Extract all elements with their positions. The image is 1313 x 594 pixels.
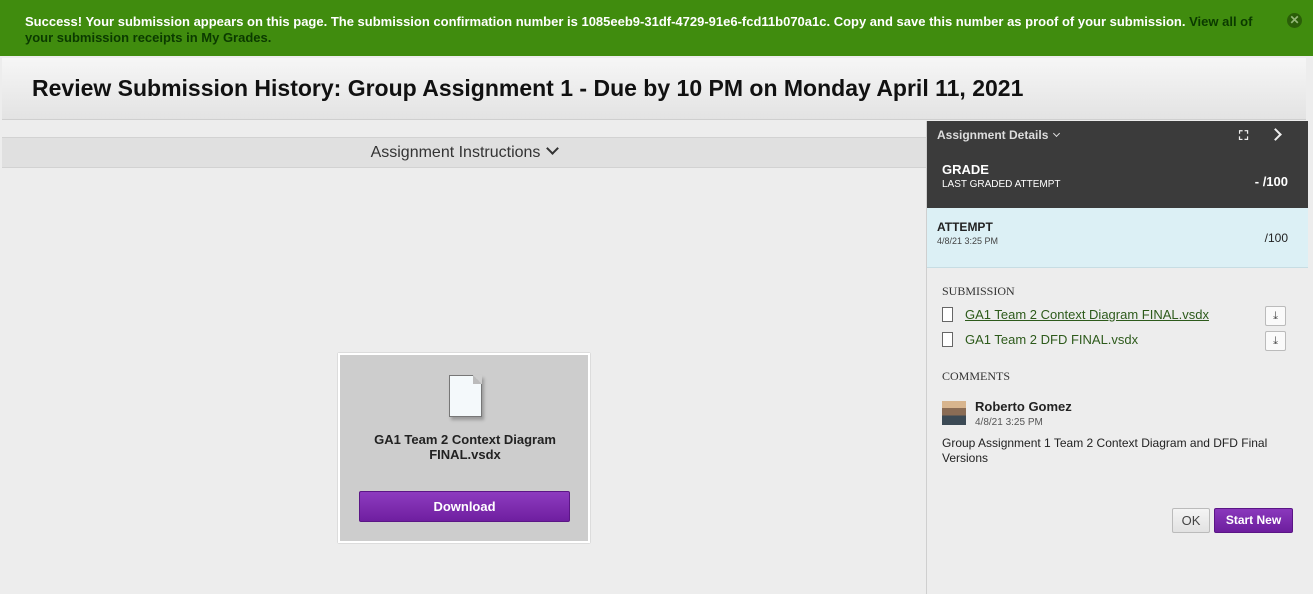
assignment-instructions-toggle[interactable]: Assignment Instructions: [2, 137, 926, 168]
submission-file-row: GA1 Team 2 DFD FINAL.vsdx ⤓: [942, 331, 1287, 351]
document-icon: [449, 375, 482, 417]
submission-file-row: GA1 Team 2 Context Diagram FINAL.vsdx ⤓: [942, 306, 1287, 326]
attempt-date: 4/8/21 3:25 PM: [937, 236, 999, 246]
submission-file-link[interactable]: GA1 Team 2 DFD FINAL.vsdx: [965, 332, 1138, 347]
success-banner: Success! Your submission appears on this…: [0, 0, 1313, 56]
expand-icon[interactable]: ⛶: [1239, 128, 1248, 144]
file-preview-name: GA1 Team 2 Context Diagram FINAL.vsdx: [374, 432, 556, 462]
grade-value: - /100: [1254, 174, 1288, 189]
start-new-button[interactable]: Start New: [1214, 508, 1293, 533]
assignment-instructions-label: Assignment Instructions: [370, 144, 541, 161]
close-icon[interactable]: ✕: [1287, 13, 1302, 28]
submission-preview-panel: Assignment Instructions GA1 Team 2 Conte…: [0, 121, 926, 594]
attempt-label: ATTEMPT: [937, 220, 993, 234]
avatar: [942, 401, 966, 425]
grade-summary: GRADE LAST GRADED ATTEMPT - /100: [927, 150, 1308, 208]
attempt-score: /100: [1264, 231, 1288, 245]
download-button[interactable]: Download: [359, 491, 570, 522]
chevron-right-icon[interactable]: [1269, 128, 1282, 141]
ok-button[interactable]: OK: [1172, 508, 1210, 533]
assignment-details-panel: Assignment Details ⛶ GRADE LAST GRADED A…: [926, 121, 1308, 594]
assignment-details-header: Assignment Details ⛶: [927, 121, 1308, 150]
download-icon[interactable]: ⤓: [1265, 306, 1286, 326]
chevron-down-icon: [546, 142, 560, 155]
grade-label: GRADE: [942, 162, 989, 177]
download-icon[interactable]: ⤓: [1265, 331, 1286, 351]
page-header: Review Submission History: Group Assignm…: [2, 58, 1306, 120]
submission-file-link[interactable]: GA1 Team 2 Context Diagram FINAL.vsdx: [965, 307, 1209, 322]
page-title: Review Submission History: Group Assignm…: [32, 75, 1024, 101]
file-icon: [942, 307, 953, 322]
attempt-row[interactable]: ATTEMPT 4/8/21 3:25 PM /100: [927, 208, 1308, 268]
assignment-details-menu[interactable]: Assignment Details: [937, 128, 1061, 142]
chevron-down-icon: [1053, 129, 1061, 138]
comment-author: Roberto Gomez: [975, 399, 1072, 414]
last-graded-attempt-label: LAST GRADED ATTEMPT: [942, 179, 1061, 190]
submission-heading: SUBMISSION: [942, 284, 1015, 298]
banner-message: Success! Your submission appears on this…: [25, 14, 1186, 29]
comment-date: 4/8/21 3:25 PM: [975, 417, 1043, 428]
assignment-details-title: Assignment Details: [937, 128, 1049, 142]
comment-text: Group Assignment 1 Team 2 Context Diagra…: [942, 436, 1268, 465]
file-preview-card: GA1 Team 2 Context Diagram FINAL.vsdx Do…: [338, 353, 590, 543]
comments-heading: COMMENTS: [942, 369, 1011, 383]
file-icon: [942, 332, 953, 347]
